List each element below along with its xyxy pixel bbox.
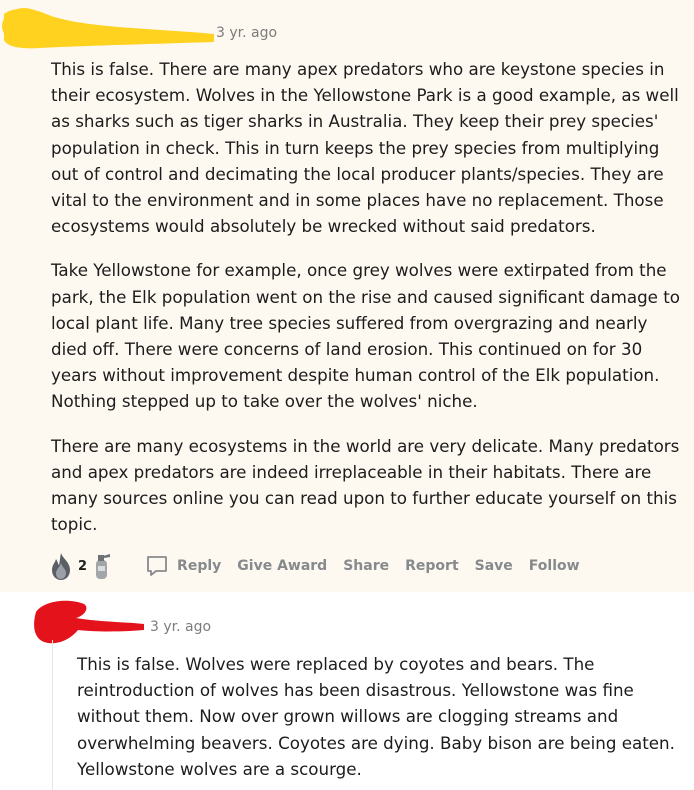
- avatar-redaction: [34, 600, 144, 644]
- comment-body: This is false. There are many apex preda…: [51, 56, 681, 555]
- give-award-button[interactable]: Give Award: [237, 558, 327, 574]
- comment-paragraph: This is false. There are many apex preda…: [51, 59, 679, 237]
- award-count: 2: [78, 558, 88, 574]
- reply-button[interactable]: Reply: [145, 554, 221, 578]
- comment-bubble-icon: [147, 556, 167, 576]
- username-redaction: [2, 8, 214, 49]
- award-strip[interactable]: 2: [46, 551, 113, 581]
- reply-comment-body: This is false. Wolves were replaced by c…: [77, 651, 687, 782]
- comment-paragraph: This is false. Wolves were replaced by c…: [77, 654, 675, 779]
- reply-label: Reply: [177, 558, 222, 574]
- follow-button[interactable]: Follow: [529, 558, 580, 574]
- report-button[interactable]: Report: [405, 558, 459, 574]
- share-button[interactable]: Share: [343, 558, 389, 574]
- comment-paragraph: Take Yellowstone for example, once grey …: [51, 260, 680, 412]
- save-button[interactable]: Save: [475, 558, 513, 574]
- comment-action-bar: 2 Reply Give Award Share Report Save Fol…: [46, 550, 580, 582]
- thread-line[interactable]: [52, 640, 53, 790]
- comment-timestamp[interactable]: 3 yr. ago: [216, 25, 277, 41]
- fire-extinguisher-award-icon: [96, 554, 111, 579]
- fire-award-icon: [52, 553, 70, 580]
- comment-paragraph: There are many ecosystems in the world a…: [51, 435, 680, 535]
- reply-timestamp[interactable]: 3 yr. ago: [150, 619, 211, 635]
